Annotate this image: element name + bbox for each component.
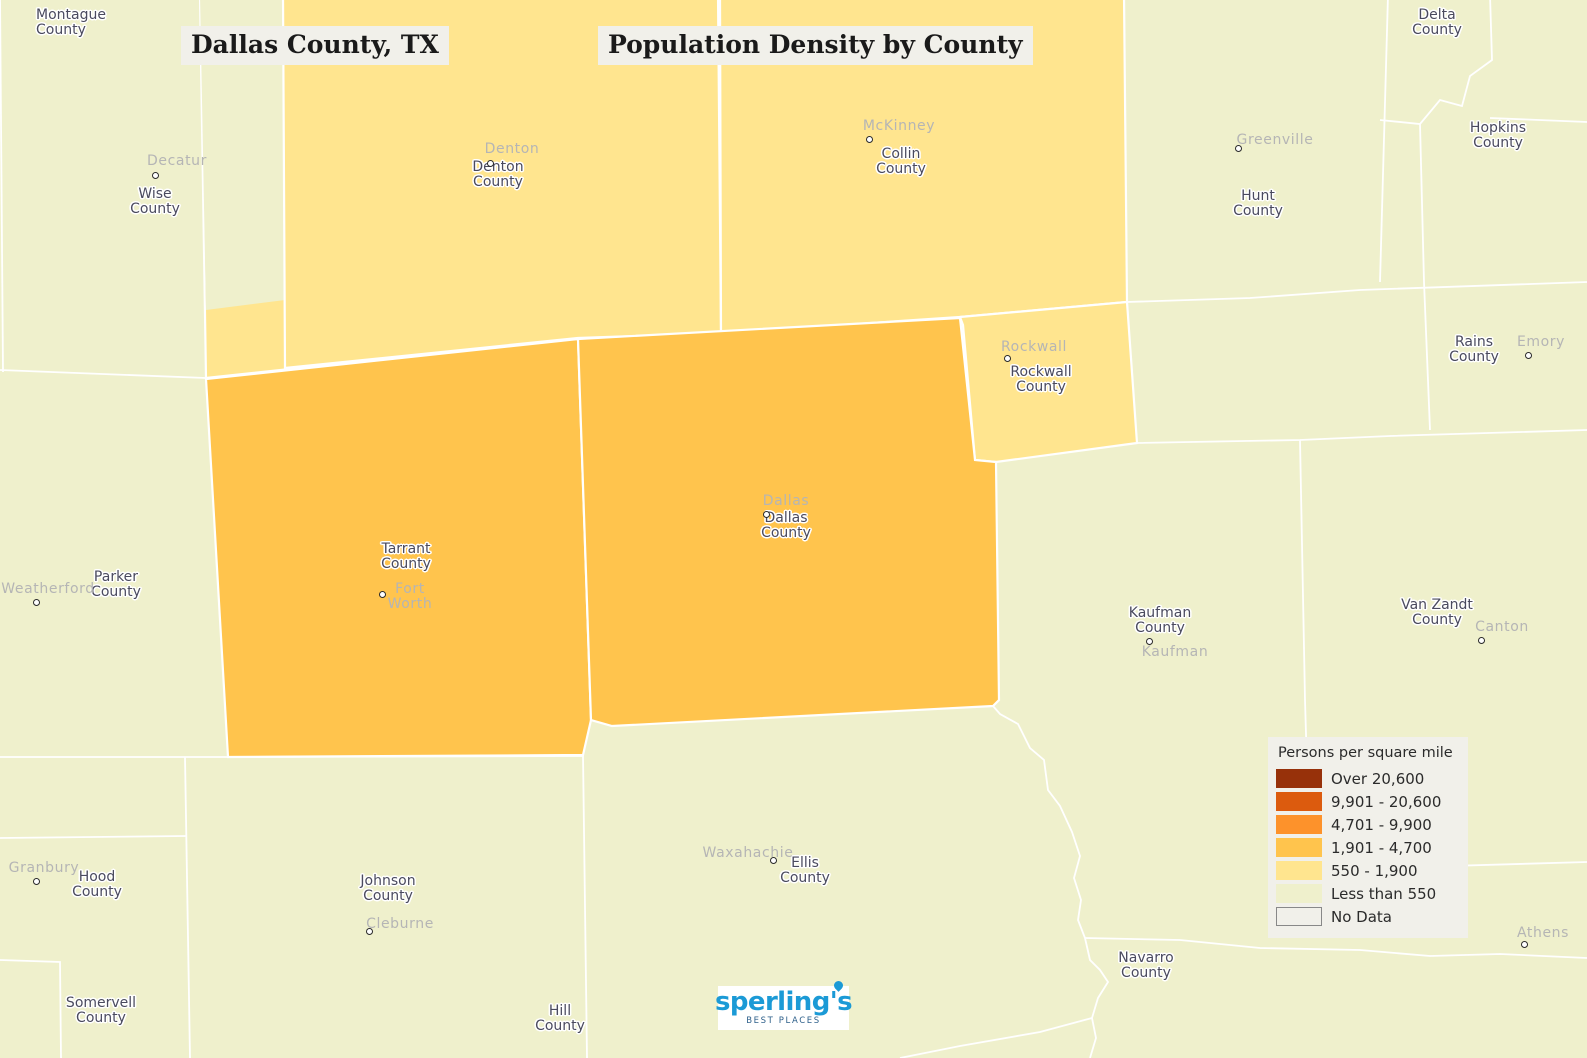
logo-tagline: BEST PLACES xyxy=(746,1016,821,1026)
legend-item[interactable]: 550 - 1,900 xyxy=(1276,859,1460,882)
legend-item[interactable]: No Data xyxy=(1276,905,1460,928)
city-marker-dot[interactable] xyxy=(33,878,40,885)
city-marker-dot[interactable] xyxy=(33,599,40,606)
legend-label: No Data xyxy=(1331,907,1392,926)
legend-item[interactable]: 9,901 - 20,600 xyxy=(1276,790,1460,813)
county-shape-rockwall[interactable] xyxy=(958,300,1139,464)
city-marker-dot[interactable] xyxy=(379,591,386,598)
city-marker-dot[interactable] xyxy=(1525,352,1532,359)
city-marker-dot[interactable] xyxy=(1521,941,1528,948)
legend-item[interactable]: Less than 550 xyxy=(1276,882,1460,905)
legend-swatch xyxy=(1276,884,1322,903)
city-marker-dot[interactable] xyxy=(763,511,770,518)
city-marker-dot[interactable] xyxy=(1235,145,1242,152)
city-marker-dot[interactable] xyxy=(1478,637,1485,644)
choropleth-counties xyxy=(198,0,1139,759)
city-marker-dot[interactable] xyxy=(1004,355,1011,362)
city-marker-dot[interactable] xyxy=(366,928,373,935)
legend-item[interactable]: 4,701 - 9,900 xyxy=(1276,813,1460,836)
legend-label: Less than 550 xyxy=(1331,884,1437,903)
city-marker-dot[interactable] xyxy=(487,160,494,167)
legend-title: Persons per square mile xyxy=(1278,745,1453,761)
legend-label: 9,901 - 20,600 xyxy=(1331,792,1442,811)
county-shape-dallas[interactable] xyxy=(576,316,1001,728)
city-marker-dot[interactable] xyxy=(770,857,777,864)
city-marker-dot[interactable] xyxy=(152,172,159,179)
legend-swatch xyxy=(1276,838,1322,857)
logo-wordmark: sperling's xyxy=(715,979,853,1015)
legend-item[interactable]: Over 20,600 xyxy=(1276,767,1460,790)
city-marker-dot[interactable] xyxy=(866,136,873,143)
page-title-metric: Population Density by County xyxy=(598,26,1033,65)
city-marker-dot[interactable] xyxy=(1146,638,1153,645)
county-shape-tarrant[interactable] xyxy=(204,337,593,759)
legend-item[interactable]: 1,901 - 4,700 xyxy=(1276,836,1460,859)
page-title-location: Dallas County, TX xyxy=(181,26,449,65)
legend-swatch xyxy=(1276,907,1322,926)
legend-swatch xyxy=(1276,815,1322,834)
legend-swatch xyxy=(1276,861,1322,880)
legend-label: 1,901 - 4,700 xyxy=(1331,838,1432,857)
legend-label: 4,701 - 9,900 xyxy=(1331,815,1432,834)
legend-label: Over 20,600 xyxy=(1331,769,1425,788)
population-density-map: Dallas County, TX Population Density by … xyxy=(0,0,1587,1058)
map-legend: Persons per square mile Over 20,600 9,901… xyxy=(1268,737,1468,938)
sperlings-logo[interactable]: sperling's BEST PLACES xyxy=(715,979,853,1030)
legend-swatch xyxy=(1276,769,1322,788)
legend-rows: Over 20,600 9,901 - 20,600 4,701 - 9,900 1,… xyxy=(1276,767,1460,928)
legend-label: 550 - 1,900 xyxy=(1331,861,1418,880)
legend-swatch xyxy=(1276,792,1322,811)
